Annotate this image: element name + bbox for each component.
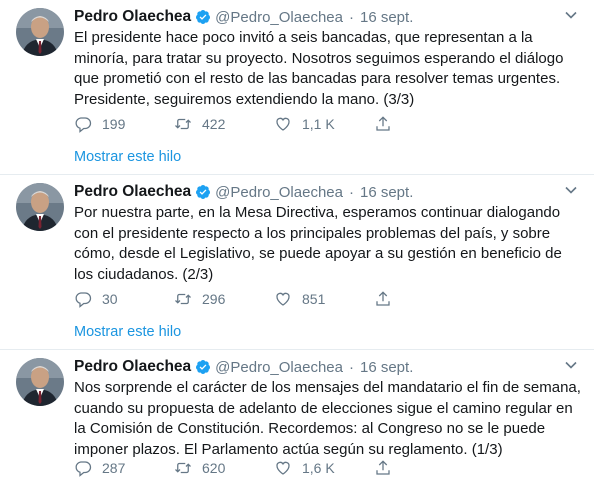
heart-icon <box>274 115 292 133</box>
tweet-text: El presidente hace poco invitó a seis ba… <box>74 29 564 108</box>
reply-count: 199 <box>102 116 126 132</box>
share-icon <box>374 459 392 477</box>
tweet[interactable]: Pedro Olaechea @Pedro_Olaechea · 16 sept… <box>0 0 594 175</box>
reply-button[interactable]: 199 <box>74 115 174 133</box>
share-button[interactable] <box>374 459 392 477</box>
show-thread-link[interactable]: Mostrar este hilo <box>74 149 181 165</box>
heart-icon <box>274 290 292 308</box>
like-count: 1,6 K <box>302 460 335 476</box>
retweet-count: 422 <box>202 116 226 132</box>
retweet-count: 620 <box>202 460 226 476</box>
tweet-header: Pedro Olaechea @Pedro_Olaechea · 16 sept… <box>74 356 413 378</box>
retweet-count: 296 <box>202 291 226 307</box>
tweet-text: Nos sorprende el carácter de los mensaje… <box>74 379 581 458</box>
tweet[interactable]: Pedro Olaechea @Pedro_Olaechea · 16 sept… <box>0 175 594 350</box>
chevron-down-icon[interactable] <box>564 8 578 22</box>
reply-button[interactable]: 287 <box>74 459 174 477</box>
tweet-header: Pedro Olaechea @Pedro_Olaechea · 16 sept… <box>74 6 413 28</box>
separator-dot: · <box>348 183 354 201</box>
share-button[interactable] <box>374 115 392 133</box>
show-thread-link[interactable]: Mostrar este hilo <box>74 324 181 340</box>
retweet-icon <box>174 290 192 308</box>
avatar[interactable] <box>16 358 64 406</box>
like-count: 851 <box>302 291 326 307</box>
like-button[interactable]: 1,6 K <box>274 459 374 477</box>
author-name[interactable]: Pedro Olaechea <box>74 358 191 376</box>
tweet-date[interactable]: 16 sept. <box>360 184 413 201</box>
author-handle[interactable]: @Pedro_Olaechea <box>215 359 343 376</box>
reply-icon <box>74 290 92 308</box>
like-count: 1,1 K <box>302 116 335 132</box>
tweet-header: Pedro Olaechea @Pedro_Olaechea · 16 sept… <box>74 181 413 203</box>
retweet-button[interactable]: 422 <box>174 115 274 133</box>
separator-dot: · <box>348 358 354 376</box>
author-handle[interactable]: @Pedro_Olaechea <box>215 9 343 26</box>
verified-badge-icon <box>195 9 211 25</box>
tweet-date[interactable]: 16 sept. <box>360 9 413 26</box>
chevron-down-icon[interactable] <box>564 358 578 372</box>
tweet-actions: 30 296 851 <box>74 289 392 309</box>
avatar[interactable] <box>16 183 64 231</box>
verified-badge-icon <box>195 184 211 200</box>
retweet-icon <box>174 459 192 477</box>
retweet-button[interactable]: 620 <box>174 459 274 477</box>
reply-button[interactable]: 30 <box>74 290 174 308</box>
avatar[interactable] <box>16 8 64 56</box>
author-handle[interactable]: @Pedro_Olaechea <box>215 184 343 201</box>
reply-icon <box>74 459 92 477</box>
author-name[interactable]: Pedro Olaechea <box>74 183 191 201</box>
tweet-actions: 199 422 1,1 K <box>74 114 392 134</box>
share-icon <box>374 115 392 133</box>
like-button[interactable]: 1,1 K <box>274 115 374 133</box>
chevron-down-icon[interactable] <box>564 183 578 197</box>
reply-count: 30 <box>102 291 118 307</box>
tweet-actions: 287 620 1,6 K <box>74 458 392 478</box>
tweet-text: Por nuestra parte, en la Mesa Directiva,… <box>74 204 562 283</box>
verified-badge-icon <box>195 359 211 375</box>
retweet-button[interactable]: 296 <box>174 290 274 308</box>
share-button[interactable] <box>374 290 392 308</box>
tweet-date[interactable]: 16 sept. <box>360 359 413 376</box>
like-button[interactable]: 851 <box>274 290 374 308</box>
reply-count: 287 <box>102 460 126 476</box>
retweet-icon <box>174 115 192 133</box>
separator-dot: · <box>348 8 354 26</box>
share-icon <box>374 290 392 308</box>
author-name[interactable]: Pedro Olaechea <box>74 8 191 26</box>
heart-icon <box>274 459 292 477</box>
reply-icon <box>74 115 92 133</box>
tweet[interactable]: Pedro Olaechea @Pedro_Olaechea · 16 sept… <box>0 350 594 494</box>
